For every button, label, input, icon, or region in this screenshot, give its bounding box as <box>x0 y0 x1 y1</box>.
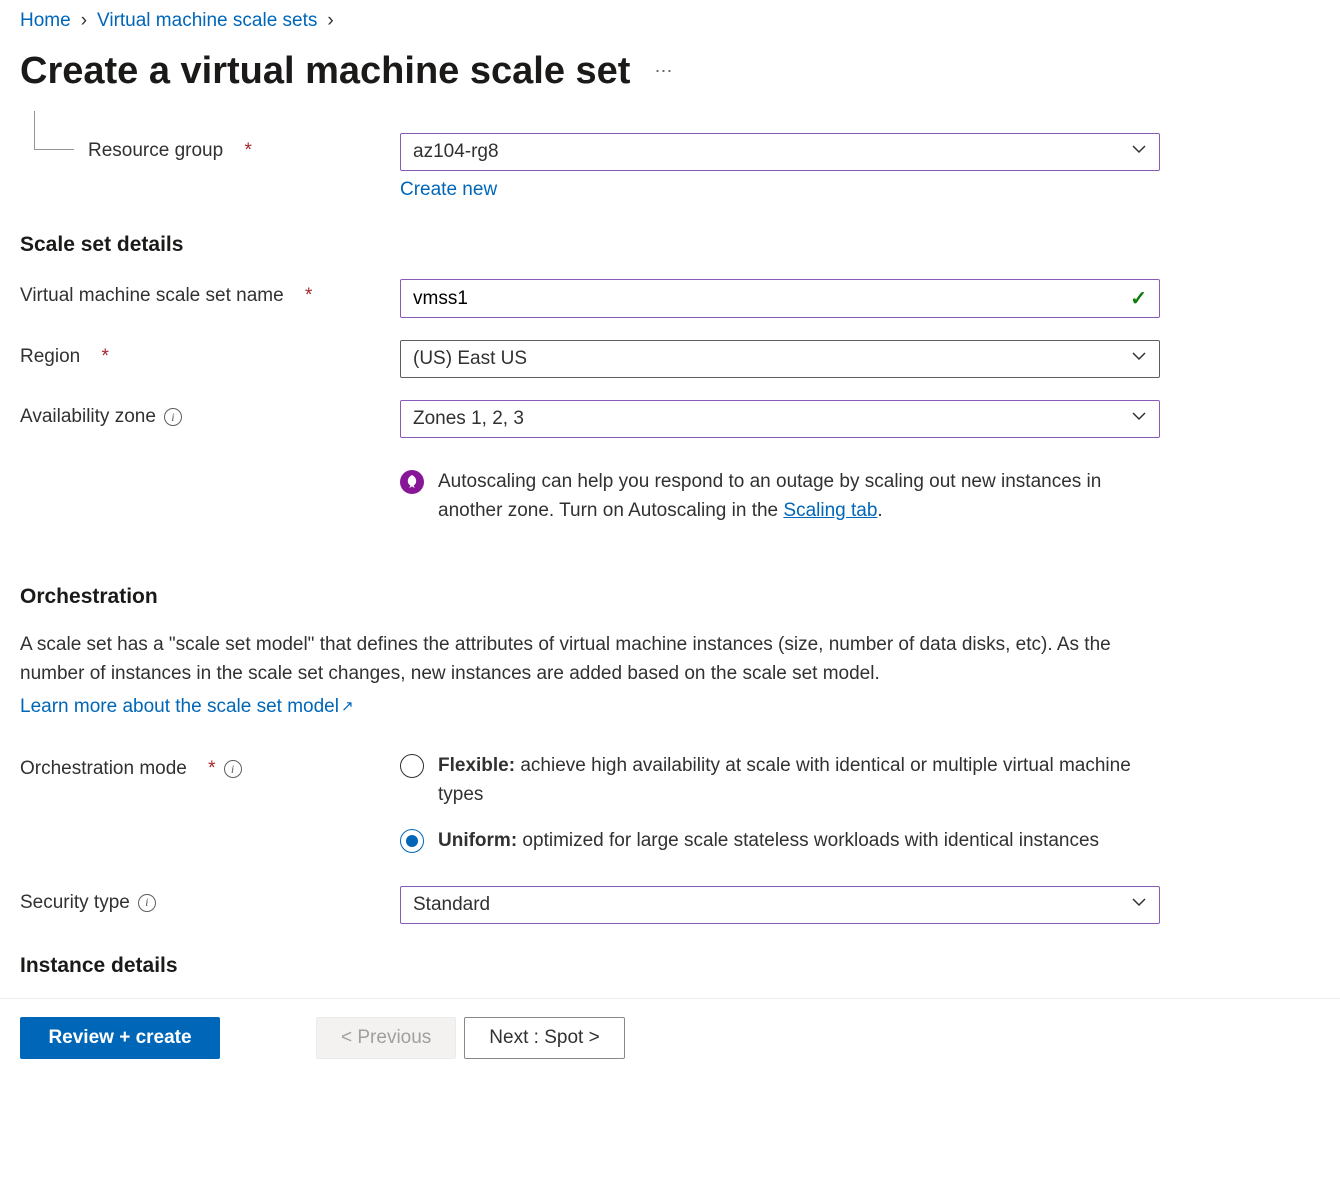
chevron-down-icon <box>1131 348 1147 370</box>
review-create-button[interactable]: Review + create <box>20 1017 220 1059</box>
breadcrumb-vmss[interactable]: Virtual machine scale sets <box>97 10 317 32</box>
security-type-label: Security type <box>20 892 130 914</box>
breadcrumb: Home › Virtual machine scale sets › <box>20 10 1320 32</box>
instance-details-heading: Instance details <box>20 954 1160 972</box>
breadcrumb-home[interactable]: Home <box>20 10 71 32</box>
scaling-tab-link[interactable]: Scaling tab <box>783 500 877 521</box>
learn-more-scale-set-model-link[interactable]: Learn more about the scale set model↗ <box>20 696 354 717</box>
checkmark-icon: ✓ <box>1130 286 1147 311</box>
orchestration-mode-label: Orchestration mode <box>20 758 187 780</box>
region-label: Region <box>20 346 80 368</box>
orchestration-uniform-radio[interactable] <box>400 829 424 853</box>
security-type-dropdown[interactable]: Standard <box>400 886 1160 924</box>
orchestration-description: A scale set has a "scale set model" that… <box>20 631 1160 688</box>
chevron-right-icon: › <box>81 10 87 32</box>
orchestration-uniform-label: Uniform: optimized for large scale state… <box>438 827 1099 856</box>
required-asterisk: * <box>244 140 251 162</box>
info-icon[interactable]: i <box>224 760 242 778</box>
tree-connector-icon <box>20 139 80 163</box>
security-type-value: Standard <box>413 894 490 916</box>
resource-group-value: az104-rg8 <box>413 141 499 163</box>
previous-button: < Previous <box>316 1017 456 1059</box>
more-actions-button[interactable]: ⋯ <box>654 61 674 82</box>
vmss-name-field[interactable] <box>413 288 1130 310</box>
vmss-name-input[interactable]: ✓ <box>400 279 1160 318</box>
create-new-resource-group-link[interactable]: Create new <box>400 179 497 201</box>
vmss-name-label: Virtual machine scale set name <box>20 285 284 307</box>
rocket-icon <box>400 470 424 494</box>
chevron-down-icon <box>1131 894 1147 916</box>
chevron-down-icon <box>1131 141 1147 163</box>
availability-zone-value: Zones 1, 2, 3 <box>413 408 524 430</box>
orchestration-flexible-radio[interactable] <box>400 754 424 778</box>
page-title: Create a virtual machine scale set <box>20 50 630 93</box>
wizard-footer: Review + create < Previous Next : Spot > <box>0 998 1340 1099</box>
resource-group-label: Resource group <box>88 140 223 162</box>
region-value: (US) East US <box>413 348 527 370</box>
orchestration-heading: Orchestration <box>20 585 1160 609</box>
orchestration-flexible-label: Flexible: achieve high availability at s… <box>438 752 1160 809</box>
required-asterisk: * <box>208 758 215 780</box>
external-link-icon: ↗ <box>341 697 354 715</box>
info-icon[interactable]: i <box>164 408 182 426</box>
availability-zone-dropdown[interactable]: Zones 1, 2, 3 <box>400 400 1160 438</box>
required-asterisk: * <box>102 346 109 368</box>
scale-set-details-heading: Scale set details <box>20 233 1160 257</box>
chevron-down-icon <box>1131 408 1147 430</box>
info-icon[interactable]: i <box>138 894 156 912</box>
autoscale-info-text: Autoscaling can help you respond to an o… <box>438 471 1101 521</box>
resource-group-dropdown[interactable]: az104-rg8 <box>400 133 1160 171</box>
next-button[interactable]: Next : Spot > <box>464 1017 624 1059</box>
required-asterisk: * <box>305 285 312 307</box>
autoscale-info-banner: Autoscaling can help you respond to an o… <box>400 468 1160 525</box>
region-dropdown[interactable]: (US) East US <box>400 340 1160 378</box>
availability-zone-label: Availability zone <box>20 406 156 428</box>
chevron-right-icon: › <box>327 10 333 32</box>
orchestration-mode-radio-group: Flexible: achieve high availability at s… <box>400 752 1160 856</box>
